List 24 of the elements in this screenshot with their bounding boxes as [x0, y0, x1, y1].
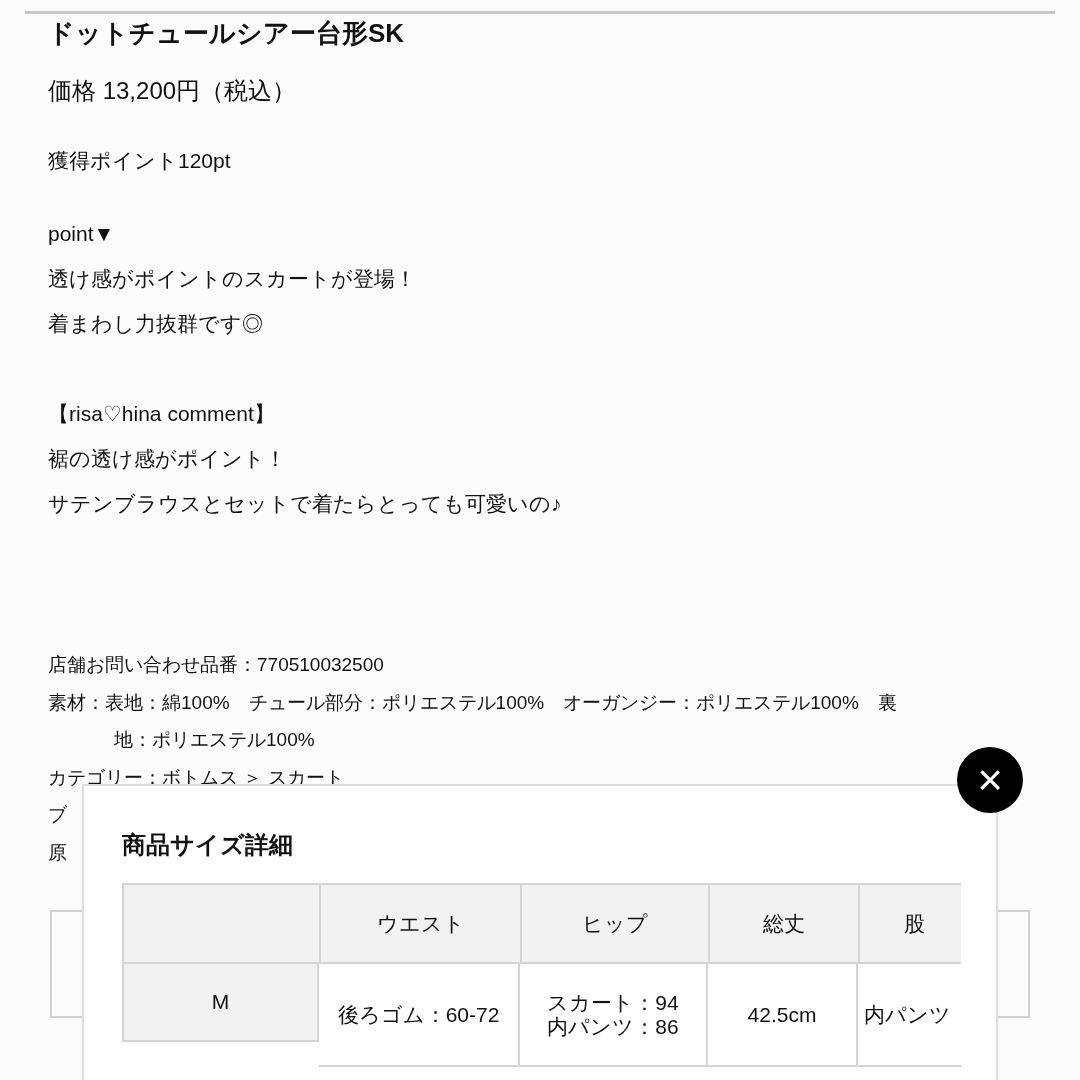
description-line: 【risa♡hina comment】: [48, 401, 275, 427]
detail-line: ブ: [48, 803, 67, 827]
description-line: サテンブラウスとセットで着たらとっても可愛いの♪: [48, 491, 562, 517]
detail-line: 地：ポリエステル100%: [114, 728, 315, 752]
header-cell: 股: [860, 885, 961, 964]
modal-title: 商品サイズ詳細: [122, 830, 293, 860]
size-cell: M: [122, 964, 319, 1042]
description-line: 裾の透け感がポイント！: [48, 446, 286, 472]
table-cell: 後ろゴム：60-72: [319, 964, 520, 1067]
header-cell: 総丈: [710, 885, 860, 964]
detail-line: 素材：表地：綿100% チュール部分：ポリエステル100% オーガンジー：ポリエステル100% 裏: [48, 690, 897, 715]
description-line: point▼: [48, 221, 115, 247]
detail-line: 原: [48, 840, 67, 865]
description-line: 着まわし力抜群です◎: [48, 311, 263, 337]
points-text: 獲得ポイント120pt: [48, 148, 231, 174]
header-cell: ヒップ: [522, 885, 710, 964]
close-button[interactable]: ×: [957, 747, 1023, 813]
price-text: 価格 13,200円（税込）: [48, 76, 297, 106]
table-cell: 42.5cm: [708, 964, 858, 1067]
description-line: 透け感がポイントのスカートが登場！: [48, 266, 416, 292]
header-cell: ウエスト: [321, 885, 522, 964]
product-title: ドットチュールシアー台形SK: [48, 17, 405, 50]
detail-line: 店舗お問い合わせ品番：770510032500: [48, 653, 384, 677]
table-cell: スカート：94 内パンツ：86: [520, 964, 708, 1067]
